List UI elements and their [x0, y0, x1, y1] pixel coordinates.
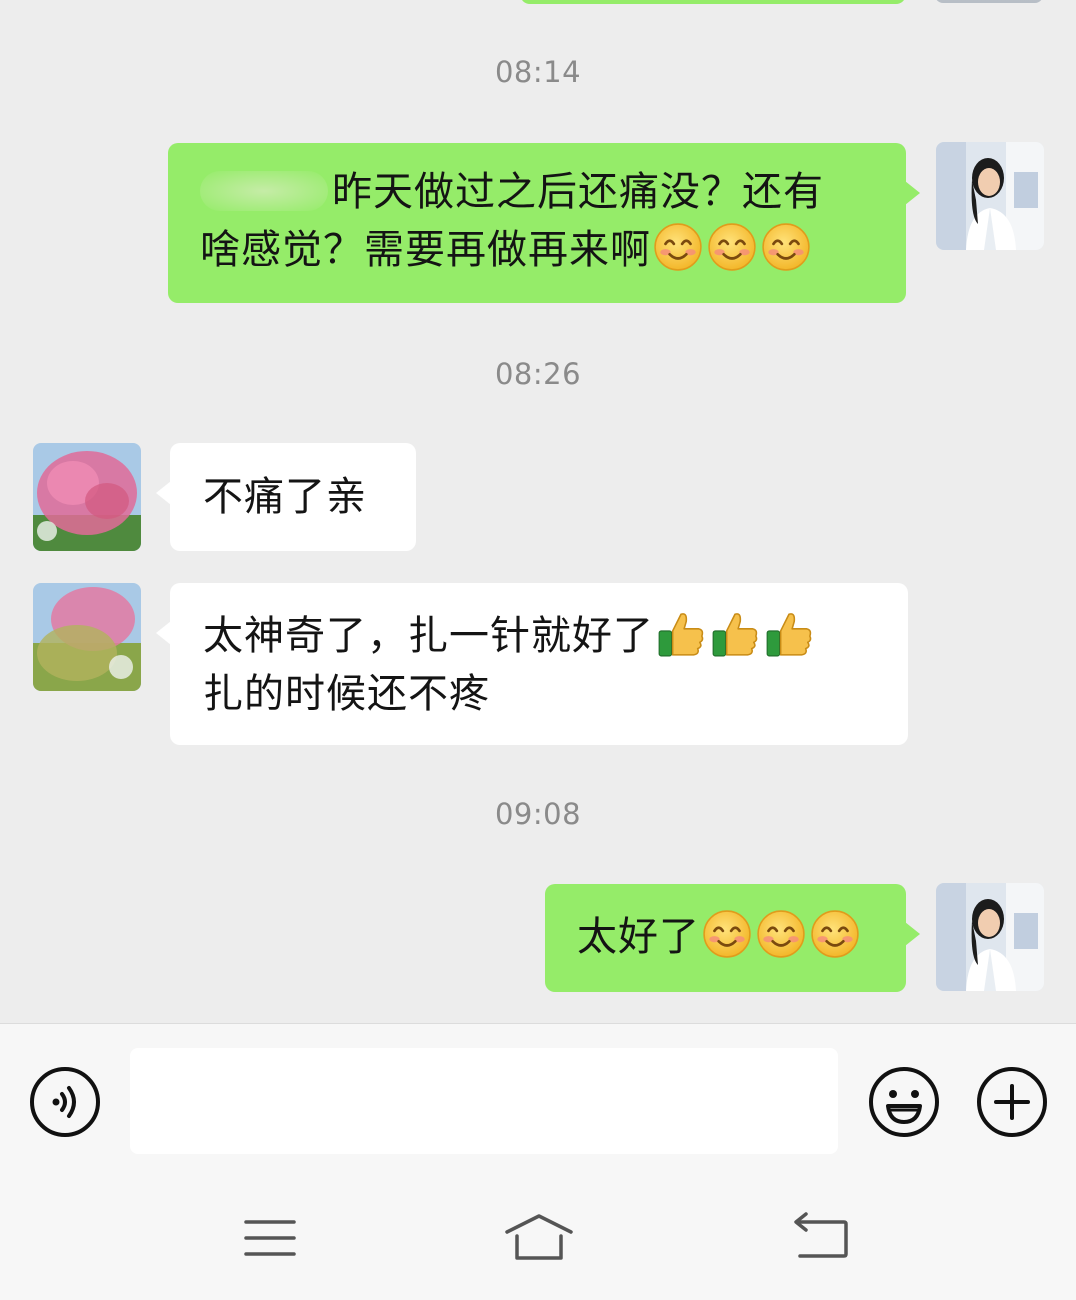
contact-avatar[interactable] [33, 583, 141, 691]
message-text: 太神奇了，扎一针就好了 [203, 613, 654, 659]
message-line: 昨天做过之后还痛没？还有 [200, 163, 906, 221]
message-text: 太好了 [577, 914, 700, 960]
home-icon[interactable] [499, 1208, 579, 1268]
thumbs-up-icon [658, 613, 704, 657]
incoming-message-bubble[interactable]: 不痛了亲 [156, 443, 416, 551]
redacted-name [200, 171, 328, 211]
message-line: 太神奇了，扎一针就好了 [203, 607, 908, 665]
thumbs-up-icon [766, 613, 812, 657]
incoming-message-bubble[interactable]: 太神奇了，扎一针就好了 扎的时候还不疼 [156, 583, 908, 745]
smiling-face-icon [702, 909, 752, 959]
my-avatar[interactable] [936, 883, 1044, 991]
emoji-group [656, 608, 814, 658]
message-text: 昨天做过之后还痛没？还有 [332, 169, 824, 215]
timestamp: 09:08 [494, 797, 582, 831]
emoji-group [653, 222, 811, 272]
menu-icon[interactable] [230, 1208, 310, 1268]
message-text: 啥感觉？需要再做再来啊 [200, 227, 651, 273]
smiling-face-icon [756, 909, 806, 959]
input-toolbar [0, 1023, 1076, 1178]
message-input[interactable] [130, 1048, 838, 1154]
back-icon[interactable] [784, 1208, 864, 1268]
voice-icon[interactable] [29, 1066, 101, 1138]
message-line: 啥感觉？需要再做再来啊 [200, 221, 906, 279]
my-avatar[interactable] [936, 142, 1044, 250]
contact-avatar[interactable] [33, 443, 141, 551]
my-avatar[interactable] [935, 0, 1043, 3]
message-text: 不痛了亲 [203, 474, 367, 520]
smiling-face-icon [761, 222, 811, 272]
smiling-face-icon [707, 222, 757, 272]
message-bubble-partial[interactable] [520, 0, 906, 4]
timestamp: 08:14 [494, 55, 582, 89]
timestamp: 08:26 [494, 357, 582, 391]
outgoing-message-bubble[interactable]: 昨天做过之后还痛没？还有 啥感觉？需要再做再来啊 [168, 143, 920, 303]
message-text: 扎的时候还不疼 [203, 671, 490, 717]
smiling-face-icon [653, 222, 703, 272]
message-line: 扎的时候还不疼 [203, 665, 908, 723]
outgoing-message-bubble[interactable]: 太好了 [545, 884, 920, 992]
plus-icon[interactable] [976, 1066, 1048, 1138]
chat-area[interactable]: 08:14 昨天做过之后还痛没？还有 啥感觉？需要再做再来啊 08:26 不痛了… [0, 0, 1076, 1023]
system-navigation-bar [0, 1178, 1076, 1300]
emoji-group [702, 909, 860, 959]
emoji-icon[interactable] [868, 1066, 940, 1138]
smiling-face-icon [810, 909, 860, 959]
thumbs-up-icon [712, 613, 758, 657]
